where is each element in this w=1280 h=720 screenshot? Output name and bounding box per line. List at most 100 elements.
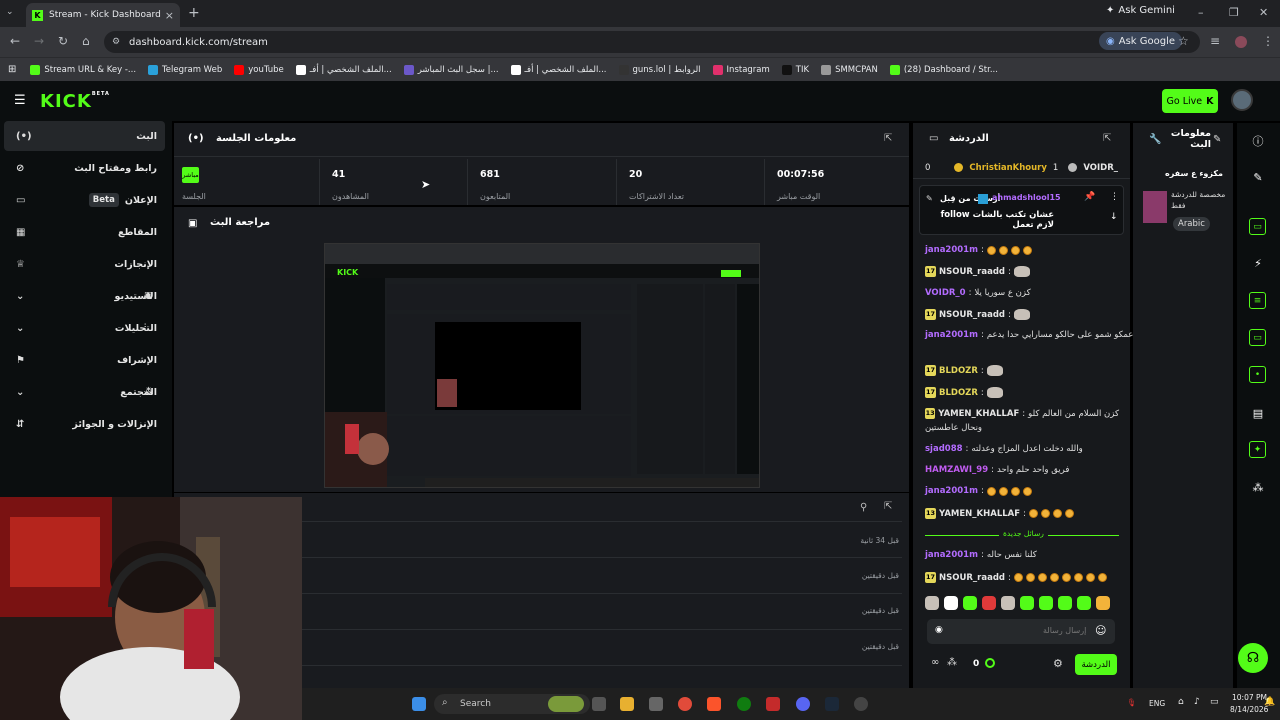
sidebar-item-analytics[interactable]: ⌄ ⫶ التحليلات bbox=[4, 313, 165, 343]
category-thumbnail[interactable] bbox=[1143, 191, 1167, 223]
store-icon[interactable] bbox=[649, 697, 663, 711]
home-icon[interactable]: ⌂ bbox=[82, 34, 90, 48]
reload-icon[interactable]: ↻ bbox=[58, 34, 68, 48]
notification-bell-icon[interactable]: 🔔 bbox=[1264, 697, 1275, 707]
bookmark-item[interactable]: (28) Dashboard / Str... bbox=[889, 64, 998, 75]
chat-message[interactable]: jana2001m: دعمكو شمو على حالكو مسارايي حد… bbox=[925, 330, 1137, 340]
sidebar-item-studio[interactable]: ⌄ ▣ الاستيديو bbox=[4, 281, 165, 311]
infinity-icon[interactable]: ∞ bbox=[931, 657, 939, 668]
chat-message[interactable]: 17 BLDOZR: bbox=[925, 387, 1119, 398]
tab-search-icon[interactable]: ⌄ bbox=[6, 7, 14, 17]
chat-username[interactable]: jana2001m bbox=[925, 245, 978, 255]
bookmark-item[interactable]: Stream URL & Key -... bbox=[30, 64, 136, 75]
info-icon[interactable]: ⓘ bbox=[1250, 133, 1266, 149]
bookmark-item[interactable]: الملف الشخصي | أفـ... bbox=[295, 64, 392, 75]
clock-date[interactable]: 8/14/2026 bbox=[1230, 705, 1268, 714]
discord-icon[interactable] bbox=[796, 697, 810, 711]
obs-icon[interactable] bbox=[854, 697, 868, 711]
chat-username[interactable]: NSOUR_raadd bbox=[939, 267, 1005, 277]
chat-message[interactable]: 13 YAMEN_KHALLAF: bbox=[925, 508, 1119, 519]
maximize-icon[interactable]: ❐ bbox=[1229, 6, 1239, 19]
lightning-icon[interactable]: ⚡ bbox=[1250, 255, 1266, 271]
tab-search-list-icon[interactable]: ≡ bbox=[1210, 34, 1220, 48]
quick-emote-icon[interactable] bbox=[1096, 596, 1110, 610]
network-icon[interactable]: ⌂ bbox=[1178, 697, 1184, 707]
quick-emote-icon[interactable] bbox=[963, 596, 977, 610]
sidebar-item-ads[interactable]: ▭ Beta الإعلان bbox=[4, 185, 165, 215]
close-window-icon[interactable]: ✕ bbox=[1259, 6, 1268, 19]
sidebar-item-drops[interactable]: ⇵ الإنزالات و الجوائز bbox=[4, 409, 165, 439]
more-options-icon[interactable]: ⋮ bbox=[1110, 192, 1119, 202]
chat-username[interactable]: NSOUR_raadd bbox=[939, 310, 1005, 320]
language-indicator[interactable]: ENG bbox=[1149, 699, 1165, 708]
minimize-icon[interactable]: – bbox=[1198, 6, 1204, 19]
sidebar-item-broadcast[interactable]: (•) البث bbox=[4, 121, 165, 151]
chat-username[interactable]: HAMZAWI_99 bbox=[925, 465, 988, 475]
chrome-icon[interactable] bbox=[678, 697, 692, 711]
bookmark-item[interactable]: guns.lol | الروابط bbox=[618, 64, 701, 75]
chat-username[interactable]: YAMEN_KHALLAF bbox=[939, 509, 1020, 519]
close-tab-icon[interactable]: × bbox=[165, 9, 174, 22]
bookmark-item[interactable]: سجل البث المباشر |... bbox=[403, 64, 499, 75]
top-user-2[interactable]: VOIDR_ bbox=[1083, 163, 1118, 173]
chat-send-button[interactable]: الدردشة bbox=[1075, 654, 1117, 675]
expand-down-icon[interactable]: ↓ bbox=[1110, 212, 1118, 222]
bookmark-item[interactable]: TIK bbox=[781, 64, 809, 75]
xbox-icon[interactable] bbox=[737, 697, 751, 711]
ask-gemini-button[interactable]: ✦ Ask Gemini bbox=[1106, 5, 1175, 16]
bookmark-star-icon[interactable]: ☆ bbox=[1178, 34, 1189, 48]
chat-settings-bubble-icon[interactable]: ◉ bbox=[935, 625, 943, 635]
chat-settings-icon[interactable]: ⚙ bbox=[1053, 657, 1063, 670]
sidebar-item-achievements[interactable]: ♕ الإنجازات bbox=[4, 249, 165, 279]
tools-icon[interactable]: ✦ bbox=[1249, 441, 1266, 458]
quick-emote-icon[interactable] bbox=[1020, 596, 1034, 610]
activity-popout-icon[interactable]: ⇱ bbox=[884, 501, 892, 512]
chat-username[interactable]: jana2001m bbox=[925, 486, 978, 496]
user-avatar[interactable] bbox=[1231, 89, 1253, 111]
hamburger-menu-icon[interactable]: ☰ bbox=[14, 93, 26, 108]
sidebar-item-moderation[interactable]: ⚑ الإشراف bbox=[4, 345, 165, 375]
ask-google-button[interactable]: ◉ Ask Google bbox=[1099, 32, 1183, 50]
chat-username[interactable]: sjad088 bbox=[925, 444, 963, 454]
quick-emote-icon[interactable] bbox=[1001, 596, 1015, 610]
chat-message[interactable]: 17 NSOUR_raadd: bbox=[925, 266, 1119, 277]
chat-message[interactable]: sjad088: والله دخلت اعدل المزاج وعدلته bbox=[925, 444, 1119, 454]
forward-icon[interactable]: → bbox=[34, 34, 44, 48]
stack-icon[interactable]: ▤ bbox=[1250, 405, 1266, 421]
pinned-username[interactable]: ahmadshlool15 bbox=[992, 193, 1061, 202]
chat-username[interactable]: jana2001m bbox=[925, 330, 978, 340]
stream-preview[interactable]: KICK bbox=[324, 243, 760, 488]
chat-message[interactable]: 17 NSOUR_raadd: bbox=[925, 572, 1119, 583]
taskbar-search[interactable]: ⌕ Search bbox=[434, 694, 590, 714]
task-view-icon[interactable] bbox=[592, 697, 606, 711]
chat-message[interactable]: jana2001m: bbox=[925, 245, 1119, 255]
browser-tab[interactable]: K Stream - Kick Dashboard × bbox=[26, 3, 180, 27]
chat-username[interactable]: YAMEN_KHALLAF bbox=[938, 409, 1019, 419]
sidebar-item-community[interactable]: ⌄ ⁂ المجتمع bbox=[4, 377, 165, 407]
chat-username[interactable]: BLDOZR bbox=[939, 388, 978, 398]
bookmark-item[interactable]: SMMCPAN bbox=[821, 64, 878, 75]
chat-username[interactable]: VOIDR_0 bbox=[925, 288, 966, 298]
quick-emote-icon[interactable] bbox=[925, 596, 939, 610]
edit-icon[interactable]: ✎ bbox=[1250, 169, 1266, 185]
stream-icon[interactable]: ▭ bbox=[1249, 218, 1266, 235]
popout-icon[interactable]: ⇱ bbox=[884, 133, 892, 144]
category-name[interactable]: مخصصة للدردشة فقط bbox=[1171, 189, 1227, 211]
kick-logo[interactable]: KICKBETA bbox=[40, 91, 110, 112]
go-live-button[interactable]: Go Live K bbox=[1162, 89, 1218, 113]
windows-start-icon[interactable] bbox=[412, 697, 426, 711]
chat-message[interactable]: jana2001m: bbox=[925, 486, 1119, 496]
new-tab-icon[interactable]: + bbox=[188, 5, 200, 21]
quick-emote-icon[interactable] bbox=[944, 596, 958, 610]
quick-emote-icon[interactable] bbox=[1039, 596, 1053, 610]
chat-input[interactable]: ◉ إرسال رسالة ☺ bbox=[927, 619, 1115, 644]
chat-username[interactable]: jana2001m bbox=[925, 550, 978, 560]
site-info-icon[interactable]: ⚙ bbox=[112, 37, 120, 47]
clock-time[interactable]: 10:07 PM bbox=[1232, 693, 1267, 702]
bookmark-item[interactable]: Instagram bbox=[712, 64, 770, 75]
connections-icon[interactable]: ⁂ bbox=[1250, 479, 1266, 495]
volume-icon[interactable]: ♪ bbox=[1194, 697, 1200, 707]
pinned-message[interactable]: ✎ أرسلت من قِبل ahmadshlool15 📌 ⋮ عشان ت… bbox=[919, 185, 1124, 235]
unpin-icon[interactable]: 📌 bbox=[1084, 192, 1095, 202]
chat-icon[interactable]: ▭ bbox=[1249, 329, 1266, 346]
